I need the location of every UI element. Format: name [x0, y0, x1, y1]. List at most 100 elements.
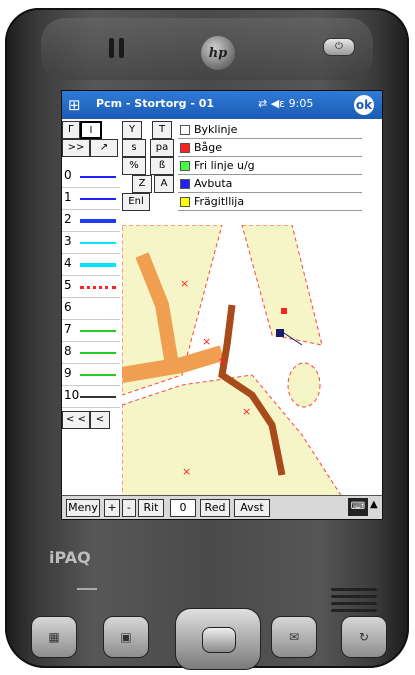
- system-tray-icons[interactable]: ⇄ ◀ε 9:05: [258, 97, 313, 110]
- zoom-out-button[interactable]: -: [122, 499, 136, 517]
- ipaq-hw-button[interactable]: ↻: [341, 616, 387, 658]
- layer-label: Frägitllija: [194, 195, 245, 208]
- draw-button[interactable]: Rit: [138, 499, 164, 517]
- layer-swatch: [180, 197, 190, 207]
- zoom-in-button[interactable]: +: [104, 499, 120, 517]
- tool-a-button[interactable]: A: [154, 175, 174, 193]
- layer-row[interactable]: Avbuta: [178, 175, 362, 193]
- tool-y-button[interactable]: Y: [122, 121, 142, 139]
- line-style-number: 6: [64, 300, 72, 314]
- line-style-stroke: [80, 198, 116, 200]
- keyboard-icon[interactable]: ⌨: [348, 498, 368, 516]
- title-bar: ⊞ Pcm - Stortorg - 01 ⇄ ◀ε 9:05 ok: [62, 91, 382, 119]
- map-marker: ×: [182, 465, 191, 478]
- speaker-slot: [109, 38, 114, 58]
- line-style-number: 10: [64, 388, 80, 402]
- tool-t-button[interactable]: T: [152, 121, 172, 139]
- layer-row[interactable]: Fri linje u/g: [178, 157, 362, 175]
- layer-swatch: [180, 161, 190, 171]
- line-style-stroke: [80, 242, 116, 244]
- pda-device: hp ⏻ ⊞ Pcm - Stortorg - 01 ⇄ ◀ε 9:05 ok …: [5, 8, 409, 670]
- line-style-item[interactable]: 1: [62, 187, 120, 210]
- menu-button[interactable]: Meny: [66, 499, 100, 517]
- tool-enl-button[interactable]: Enl: [122, 193, 150, 211]
- bottom-toolbar: Meny + - Rit 0 Red Avst ⌨ ▲: [62, 495, 382, 519]
- line-style-number: 3: [64, 234, 72, 248]
- layer-row[interactable]: Byklinje: [178, 121, 362, 139]
- line-style-stroke: [80, 176, 116, 178]
- screen: ⊞ Pcm - Stortorg - 01 ⇄ ◀ε 9:05 ok Г I >…: [61, 90, 383, 520]
- nav-first-button[interactable]: < <: [62, 411, 90, 429]
- line-style-number: 7: [64, 322, 72, 336]
- map-marker: ×: [242, 405, 251, 418]
- layer-swatch: [180, 125, 190, 135]
- tool-percent-button[interactable]: %: [122, 157, 146, 175]
- tool-z-button[interactable]: Z: [132, 175, 152, 193]
- speaker-slot: [119, 38, 124, 58]
- slider-switch[interactable]: [77, 588, 97, 590]
- line-style-item[interactable]: 5: [62, 275, 120, 298]
- line-style-number: 5: [64, 278, 72, 292]
- windows-flag-icon[interactable]: ⊞: [68, 96, 81, 114]
- contacts-hw-button[interactable]: ▣: [103, 616, 149, 658]
- line-style-number: 8: [64, 344, 72, 358]
- map-marker: ×: [180, 277, 189, 290]
- line-style-stroke: [80, 352, 116, 354]
- line-style-number: 4: [64, 256, 72, 270]
- layer-swatch: [180, 143, 190, 153]
- map-point: [276, 329, 284, 337]
- layer-row[interactable]: Båge: [178, 139, 362, 157]
- map-marker: ×: [218, 355, 227, 368]
- navigation-pad[interactable]: [175, 608, 261, 670]
- calendar-hw-button[interactable]: ▦: [31, 616, 77, 658]
- line-nav: < < <: [62, 411, 122, 433]
- line-style-item[interactable]: 9: [62, 363, 120, 386]
- tool-s-button[interactable]: s: [122, 139, 146, 157]
- hp-logo: hp: [201, 36, 235, 70]
- measure-button[interactable]: Avst: [234, 499, 270, 517]
- line-style-item[interactable]: 7: [62, 319, 120, 342]
- app-title: Pcm - Stortorg - 01: [96, 97, 215, 110]
- navigation-select[interactable]: [202, 627, 236, 653]
- power-button[interactable]: ⏻: [323, 38, 355, 56]
- line-style-item[interactable]: 2: [62, 209, 120, 232]
- line-style-item[interactable]: 4: [62, 253, 120, 276]
- line-style-stroke: [80, 286, 116, 289]
- line-style-item[interactable]: 3: [62, 231, 120, 254]
- zoom-field[interactable]: 0: [170, 499, 196, 517]
- line-style-number: 9: [64, 366, 72, 380]
- line-style-number: 0: [64, 168, 72, 182]
- nav-prev-button[interactable]: <: [90, 411, 110, 429]
- line-style-item[interactable]: 10: [62, 385, 120, 408]
- line-style-stroke: [80, 396, 116, 398]
- line-style-number: 1: [64, 190, 72, 204]
- layer-label: Fri linje u/g: [194, 159, 255, 172]
- line-style-item[interactable]: 8: [62, 341, 120, 364]
- map-canvas[interactable]: × × × × ×: [122, 225, 382, 497]
- line-style-stroke: [80, 263, 116, 267]
- line-style-item[interactable]: 6: [62, 297, 120, 320]
- line-style-item[interactable]: 0: [62, 165, 120, 188]
- line-style-number: 2: [64, 212, 72, 226]
- device-model-label: iPAQ: [49, 548, 91, 567]
- layer-label: Byklinje: [194, 123, 238, 136]
- line-style-stroke: [80, 374, 116, 376]
- map-point: [281, 308, 287, 314]
- chevron-up-icon[interactable]: ▲: [370, 499, 378, 510]
- ok-button[interactable]: ok: [354, 95, 374, 115]
- tool-button-2[interactable]: I: [80, 121, 102, 139]
- tool-button-4[interactable]: ↗: [90, 139, 118, 157]
- layer-label: Båge: [194, 141, 223, 154]
- line-style-panel: 0 1 2 3 4 5 6 7 8 9 10 < < <: [62, 168, 123, 497]
- tool-button-1[interactable]: Г: [62, 121, 80, 139]
- edit-button[interactable]: Red: [200, 499, 230, 517]
- map-marker: ×: [202, 335, 211, 348]
- tool-beta-button[interactable]: ß: [150, 157, 174, 175]
- tool-pa-button[interactable]: pa: [150, 139, 174, 157]
- layer-swatch: [180, 179, 190, 189]
- tool-button-3[interactable]: >>: [62, 139, 90, 157]
- layer-row[interactable]: Frägitllija: [178, 193, 362, 211]
- messaging-hw-button[interactable]: ✉: [271, 616, 317, 658]
- line-style-stroke: [80, 219, 116, 223]
- line-style-stroke: [80, 330, 116, 332]
